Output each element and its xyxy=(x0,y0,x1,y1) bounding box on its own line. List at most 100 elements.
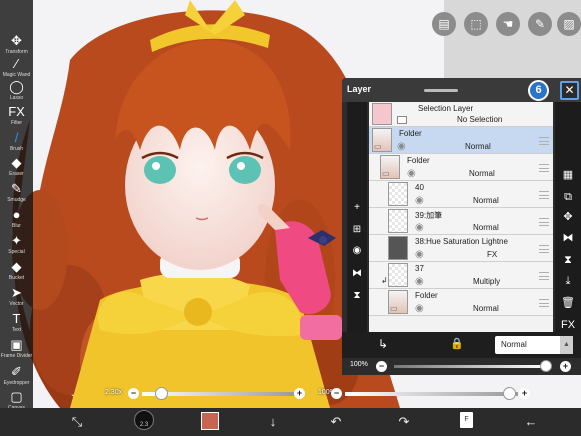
layer-row[interactable]: 40 ◉ Normal xyxy=(369,181,553,208)
move-layer-icon[interactable]: ✥ xyxy=(558,208,578,226)
add-special-layer-icon[interactable]: ⊞ xyxy=(347,222,367,238)
add-layer-icon[interactable]: + xyxy=(347,200,367,216)
back-arrow-icon[interactable]: ← xyxy=(520,412,542,432)
merge-down-icon[interactable]: ⤓ xyxy=(558,272,578,290)
drag-handle-icon[interactable] xyxy=(539,298,549,307)
lasso-icon: ◯ xyxy=(9,79,24,94)
color-swatch-button[interactable] xyxy=(201,412,219,430)
layer-row[interactable]: ↲ 37 ◉ Multiply xyxy=(369,262,553,289)
tool-smudge[interactable]: ✎ Smudge xyxy=(0,181,33,207)
move-arrows-icon: ✥ xyxy=(11,33,22,48)
drag-handle-icon[interactable] xyxy=(539,271,549,280)
tool-bucket[interactable]: ◆ Bucket xyxy=(0,259,33,285)
bottom-toolbar: ⤡ ↓ ↶ ↷ ← xyxy=(0,408,581,436)
drag-handle-icon[interactable] xyxy=(539,136,549,145)
flip-h-icon[interactable]: ⧓ xyxy=(558,229,578,247)
frame-divider-icon: ▣ xyxy=(10,337,23,352)
opacity-plus-button[interactable]: + xyxy=(560,361,571,372)
tool-vector[interactable]: ➤ Vector xyxy=(0,285,33,311)
layer-row[interactable]: Selection Layer No Selection xyxy=(369,102,553,127)
camera-icon[interactable]: ◉ xyxy=(347,243,367,259)
tool-eyedropper[interactable]: ✐ Eyedropper xyxy=(0,364,33,390)
tool-brush[interactable]: / Brush xyxy=(0,130,33,156)
clipping-icon[interactable]: ↳ xyxy=(378,337,388,351)
layer-opacity-slider[interactable] xyxy=(394,365,546,368)
layer-name: Folder xyxy=(399,129,422,138)
brush-opacity-plus-button[interactable]: + xyxy=(519,388,530,399)
layer-blend-mode: Normal xyxy=(473,196,499,205)
drag-handle-icon[interactable] xyxy=(539,244,549,253)
tool-eraser[interactable]: ◆ Eraser xyxy=(0,155,33,181)
copy-layer-icon[interactable]: ⧉ xyxy=(558,188,578,206)
brush-size-thumb[interactable] xyxy=(155,387,169,400)
eye-icon[interactable]: ◉ xyxy=(407,169,420,179)
eye-icon[interactable]: ◉ xyxy=(415,196,428,206)
layer-opacity-value: 100% xyxy=(350,361,368,368)
drag-handle-icon[interactable] xyxy=(539,217,549,226)
layer-name: Selection Layer xyxy=(418,104,474,113)
layer-row[interactable]: ▭ Folder ◉ Normal xyxy=(369,127,553,154)
selection-icon[interactable]: ⬚ xyxy=(464,12,488,36)
layer-name: 40 xyxy=(415,183,424,192)
layer-name: Folder xyxy=(415,291,438,300)
eye-icon[interactable]: ◉ xyxy=(415,304,428,314)
trash-icon[interactable]: 🗑 xyxy=(558,294,578,312)
brush-opacity-slider[interactable] xyxy=(345,392,518,396)
flip-horizontal-icon[interactable]: ⧓ xyxy=(347,266,367,282)
brush-size-preview-button[interactable]: 2.3 xyxy=(134,410,154,430)
tool-special[interactable]: ✦ Special xyxy=(0,233,33,259)
flip-vertical-icon[interactable]: ⧗ xyxy=(347,288,367,304)
checker-icon[interactable]: ▦ xyxy=(558,166,578,184)
layer-thumbnail xyxy=(388,263,408,287)
brush-opacity-thumb[interactable] xyxy=(503,387,516,400)
eye-icon[interactable]: ◉ xyxy=(415,250,428,260)
layer-list[interactable]: Selection Layer No Selection ▭ Folder ◉ Norma… xyxy=(369,102,553,332)
brush-opacity-minus-button[interactable]: − xyxy=(331,388,342,399)
layer-row[interactable]: 38:Hue Saturation Lightne ◉ FX xyxy=(369,235,553,262)
page-button[interactable]: F xyxy=(460,412,473,428)
opacity-minus-button[interactable]: − xyxy=(376,361,387,372)
close-panel-button[interactable]: ✕ xyxy=(560,81,579,100)
hand-icon[interactable]: ☚ xyxy=(496,12,520,36)
canvas-icon: ▢ xyxy=(10,389,23,404)
eye-icon[interactable]: ◉ xyxy=(415,223,428,233)
tool-frame-divider[interactable]: ▣ Frame Divider xyxy=(0,337,33,363)
layer-row[interactable]: ▭ Folder ◉ Normal xyxy=(369,289,553,316)
layer-panel-header[interactable]: Layer 6 ✕ xyxy=(342,78,581,102)
lock-icon[interactable]: 🔒 xyxy=(450,337,464,350)
layer-option-icon[interactable]: ▤ xyxy=(432,12,456,36)
tool-label: Lasso xyxy=(9,95,24,101)
tool-blur[interactable]: ● Blur xyxy=(0,207,33,233)
layer-thumbnail xyxy=(388,236,408,260)
tool-filter[interactable]: FX Filter xyxy=(0,104,33,130)
drag-handle-icon[interactable] xyxy=(539,163,549,172)
eye-icon[interactable]: ◉ xyxy=(397,142,410,152)
layer-right-tools: ▦⧉✥⧓⧗⤓🗑FX⋮ xyxy=(555,102,581,353)
image-icon[interactable]: ▨ xyxy=(557,12,581,36)
brush-size-value: 2.30x xyxy=(105,389,123,396)
pen-icon[interactable]: ✎ xyxy=(528,12,552,36)
tool-label: Bucket xyxy=(8,275,25,281)
layer-blend-mode: No Selection xyxy=(457,115,503,124)
bucket-icon: ◆ xyxy=(11,259,22,274)
flip-v-icon[interactable]: ⧗ xyxy=(558,251,578,269)
left-toolbar: ✥ Transform ⁄ Magic Wand ◯ Lasso FX Filter / Brus… xyxy=(0,0,33,411)
brush-size-plus-button[interactable]: + xyxy=(294,388,305,399)
tool-text[interactable]: T Text xyxy=(0,311,33,337)
layer-name: Folder xyxy=(407,156,430,165)
download-icon[interactable]: ↓ xyxy=(262,412,284,432)
layer-opacity-thumb[interactable] xyxy=(540,360,552,372)
layer-thumbnail xyxy=(388,182,408,206)
redo-icon[interactable]: ↷ xyxy=(393,412,415,432)
undo-icon[interactable]: ↶ xyxy=(325,412,347,432)
blend-mode-select[interactable]: Normal ▲ xyxy=(495,336,573,354)
transform-icon[interactable]: ⤡ xyxy=(66,412,88,432)
brush-size-minus-button[interactable]: − xyxy=(128,388,139,399)
layer-row[interactable]: 39:加筆 ◉ Normal xyxy=(369,208,553,235)
layer-row[interactable]: ▭ Folder ◉ Normal xyxy=(369,154,553,181)
layer-thumbnail xyxy=(388,209,408,233)
eye-icon[interactable]: ◉ xyxy=(415,277,428,287)
drag-handle-icon[interactable] xyxy=(539,190,549,199)
tool-lasso[interactable]: ◯ Lasso xyxy=(0,79,33,105)
panel-grabber-icon[interactable] xyxy=(424,89,458,92)
